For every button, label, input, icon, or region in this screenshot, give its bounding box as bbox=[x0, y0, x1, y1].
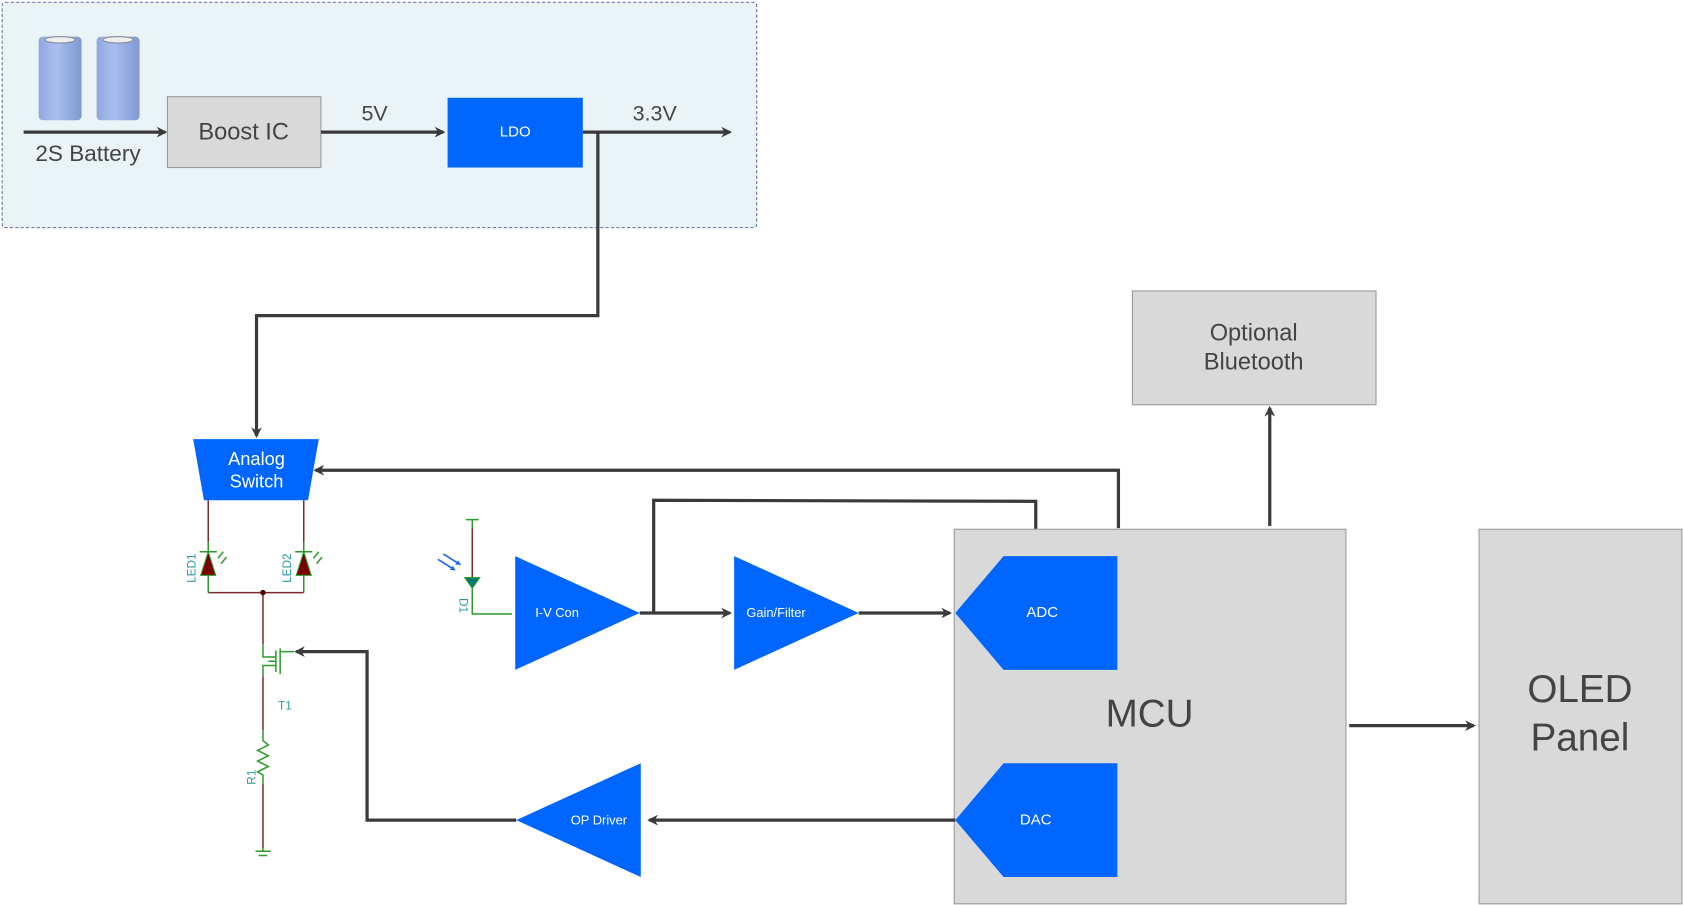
boost-ic-label: Boost IC bbox=[198, 120, 289, 146]
block-diagram: 2S Battery Boost IC 5V LDO 3.3V Analog S… bbox=[1, 1, 1683, 905]
led1-icon bbox=[199, 542, 228, 593]
oled-label-1: OLED bbox=[1527, 668, 1632, 711]
ground-icon bbox=[255, 848, 271, 857]
resistor-r1-icon bbox=[255, 729, 271, 784]
d1-label: D1 bbox=[456, 598, 470, 613]
led2-label: LED2 bbox=[280, 553, 294, 583]
bluetooth-block bbox=[1131, 290, 1377, 406]
ldo-label: LDO bbox=[500, 123, 531, 140]
gain-filter-label: Gain/Filter bbox=[746, 605, 806, 620]
adc-label: ADC bbox=[1026, 604, 1058, 621]
driver-to-mosfet-arrow bbox=[294, 646, 517, 822]
led1-label: LED1 bbox=[184, 553, 198, 583]
mosfet-t1-icon bbox=[262, 644, 295, 677]
bluetooth-label-1: Optional bbox=[1210, 320, 1298, 346]
analog-switch-label-1: Analog bbox=[228, 448, 285, 469]
bluetooth-label-2: Bluetooth bbox=[1204, 349, 1304, 375]
photodiode-icon bbox=[437, 518, 512, 615]
led2-icon bbox=[295, 542, 323, 593]
power-supply-region: 2S Battery Boost IC 5V LDO 3.3V bbox=[1, 1, 758, 229]
5v-label: 5V bbox=[361, 101, 388, 125]
iv-converter-label: I-V Con bbox=[535, 605, 579, 620]
t1-label: T1 bbox=[278, 699, 292, 713]
battery-label: 2S Battery bbox=[35, 141, 141, 166]
3v3-label: 3.3V bbox=[633, 101, 678, 125]
oled-label-2: Panel bbox=[1531, 716, 1630, 759]
mcu-label: MCU bbox=[1106, 693, 1194, 736]
led-driver-circuit: LED1 LED2 T1 R1 bbox=[184, 500, 323, 857]
op-driver-label: OP Driver bbox=[571, 812, 628, 827]
analog-switch-label-2: Switch bbox=[230, 470, 284, 491]
dac-label: DAC bbox=[1020, 811, 1052, 828]
r1-label: R1 bbox=[244, 770, 258, 785]
